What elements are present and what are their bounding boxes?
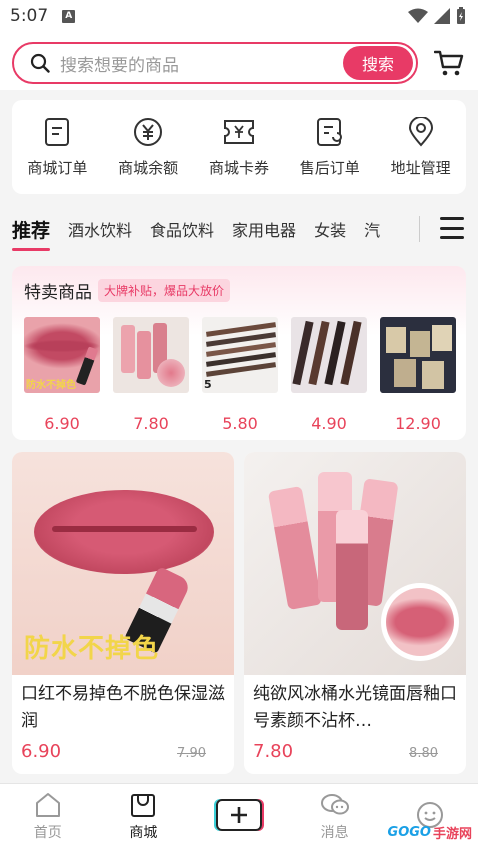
product-grid: 防水不掉色 口红不易掉色不脱色保湿滋润 6.90 7.90 纯欲风冰桶水光镜面唇…: [12, 452, 466, 774]
nav-home[interactable]: 首页: [8, 792, 88, 842]
product-old-price: 8.80: [409, 746, 438, 761]
search-button[interactable]: 搜索: [343, 46, 413, 80]
plus-icon: [230, 807, 247, 823]
shop-bag-icon: [131, 794, 156, 817]
product-price: 6.90: [21, 741, 62, 762]
special-item[interactable]: 7.80: [113, 317, 189, 433]
watermark-logo: GOGO: [387, 825, 431, 840]
nav-shop[interactable]: 商城: [103, 792, 183, 842]
product-image: 防水不掉色: [12, 452, 234, 675]
category-menu-icon[interactable]: [440, 217, 464, 239]
tab-drinks[interactable]: 酒水饮料: [68, 217, 132, 241]
app-notification-icon: A: [62, 9, 76, 23]
product-thumbnail: [380, 317, 456, 393]
special-item[interactable]: 5 5.80: [202, 317, 278, 433]
coupon-ticket-icon: [223, 119, 254, 144]
home-icon: [35, 793, 60, 817]
search-bar[interactable]: 搜索想要的商品 搜索: [12, 42, 418, 84]
search-icon: [30, 53, 50, 73]
quick-action-coupons[interactable]: 商城卡券: [195, 117, 283, 178]
tabs-divider: [419, 216, 420, 242]
product-card[interactable]: 防水不掉色 口红不易掉色不脱色保湿滋润 6.90 7.90: [12, 452, 234, 774]
product-price: 7.80: [253, 741, 294, 762]
product-overlay-text: 防水不掉色: [24, 634, 160, 664]
status-bar: 5:07 A: [0, 0, 478, 32]
search-input[interactable]: 搜索想要的商品: [60, 51, 343, 76]
cart-icon: [434, 50, 464, 76]
tab-auto[interactable]: 汽: [364, 217, 380, 241]
watermark: GOGO 手游网: [388, 823, 472, 842]
wifi-icon: [408, 8, 428, 23]
yen-coin-icon: [134, 117, 163, 146]
tab-food[interactable]: 食品饮料: [150, 217, 214, 241]
tabs-fade: [392, 200, 422, 258]
nav-label: 首页: [33, 825, 62, 841]
signal-icon: [434, 8, 450, 24]
quick-action-label: 商城订单: [27, 158, 88, 177]
special-sale-section: 特卖商品 大牌补贴，爆品大放价 防水不掉色 6.90 7.80 5 5.80 4…: [12, 266, 466, 440]
quick-action-label: 售后订单: [299, 158, 360, 177]
nav-messages[interactable]: 消息: [295, 792, 375, 842]
special-sale-title: 特卖商品: [24, 283, 92, 303]
product-card[interactable]: 纯欲风冰桶水光镜面唇釉口号素颜不沾杯… 7.80 8.80: [244, 452, 466, 774]
special-item-price: 7.80: [133, 414, 169, 433]
quick-action-address[interactable]: 地址管理: [377, 116, 465, 178]
quick-action-label: 商城卡券: [208, 158, 269, 177]
tab-appliances[interactable]: 家用电器: [232, 217, 296, 241]
plus-button[interactable]: [215, 799, 262, 831]
quick-actions: 商城订单 商城余额 商城卡券 售后订单 地址管理: [12, 100, 466, 194]
special-item[interactable]: 12.90: [380, 317, 456, 433]
thumbnail-overlay-text: 5: [204, 378, 212, 391]
quick-action-after-sale[interactable]: 售后订单: [286, 117, 374, 178]
tab-recommend[interactable]: 推荐: [12, 216, 51, 251]
product-thumbnail: [113, 317, 189, 393]
status-time: 5:07: [10, 6, 49, 26]
special-item[interactable]: 4.90: [291, 317, 367, 433]
nav-label: 商城: [129, 825, 158, 841]
quick-action-orders[interactable]: 商城订单: [13, 117, 101, 178]
cart-button[interactable]: [432, 46, 466, 80]
product-thumbnail: [291, 317, 367, 393]
nav-publish[interactable]: [199, 799, 279, 835]
special-item-price: 5.80: [222, 414, 258, 433]
product-thumbnail: 5: [202, 317, 278, 393]
product-thumbnail: 防水不掉色: [24, 317, 100, 393]
product-name: 纯欲风冰桶水光镜面唇釉口号素颜不沾杯…: [253, 684, 457, 731]
nav-label: 消息: [320, 825, 349, 841]
watermark-site: 手游网: [432, 827, 472, 842]
top-bar: 搜索想要的商品 搜索: [0, 32, 478, 90]
battery-icon: [457, 7, 465, 24]
special-sale-tag: 大牌补贴，爆品大放价: [98, 279, 231, 302]
quick-action-label: 商城余额: [118, 158, 179, 177]
category-tabs: 推荐 酒水饮料 食品饮料 家用电器 女装 汽: [0, 200, 478, 258]
product-old-price: 7.90: [177, 746, 206, 761]
special-item-price: 6.90: [44, 414, 80, 433]
product-name: 口红不易掉色不脱色保湿滋润: [21, 684, 225, 731]
location-pin-icon: [408, 116, 433, 147]
chat-icon: [320, 794, 349, 815]
special-item[interactable]: 防水不掉色 6.90: [24, 317, 100, 433]
tab-women[interactable]: 女装: [314, 217, 346, 241]
thumbnail-overlay-text: 防水不掉色: [26, 380, 76, 391]
product-image: [244, 452, 466, 675]
order-doc-icon: [45, 117, 70, 146]
special-item-price: 12.90: [395, 414, 441, 433]
quick-action-label: 地址管理: [390, 158, 451, 177]
after-sale-icon: [316, 117, 342, 146]
quick-action-balance[interactable]: 商城余额: [104, 117, 192, 178]
special-item-price: 4.90: [311, 414, 347, 433]
